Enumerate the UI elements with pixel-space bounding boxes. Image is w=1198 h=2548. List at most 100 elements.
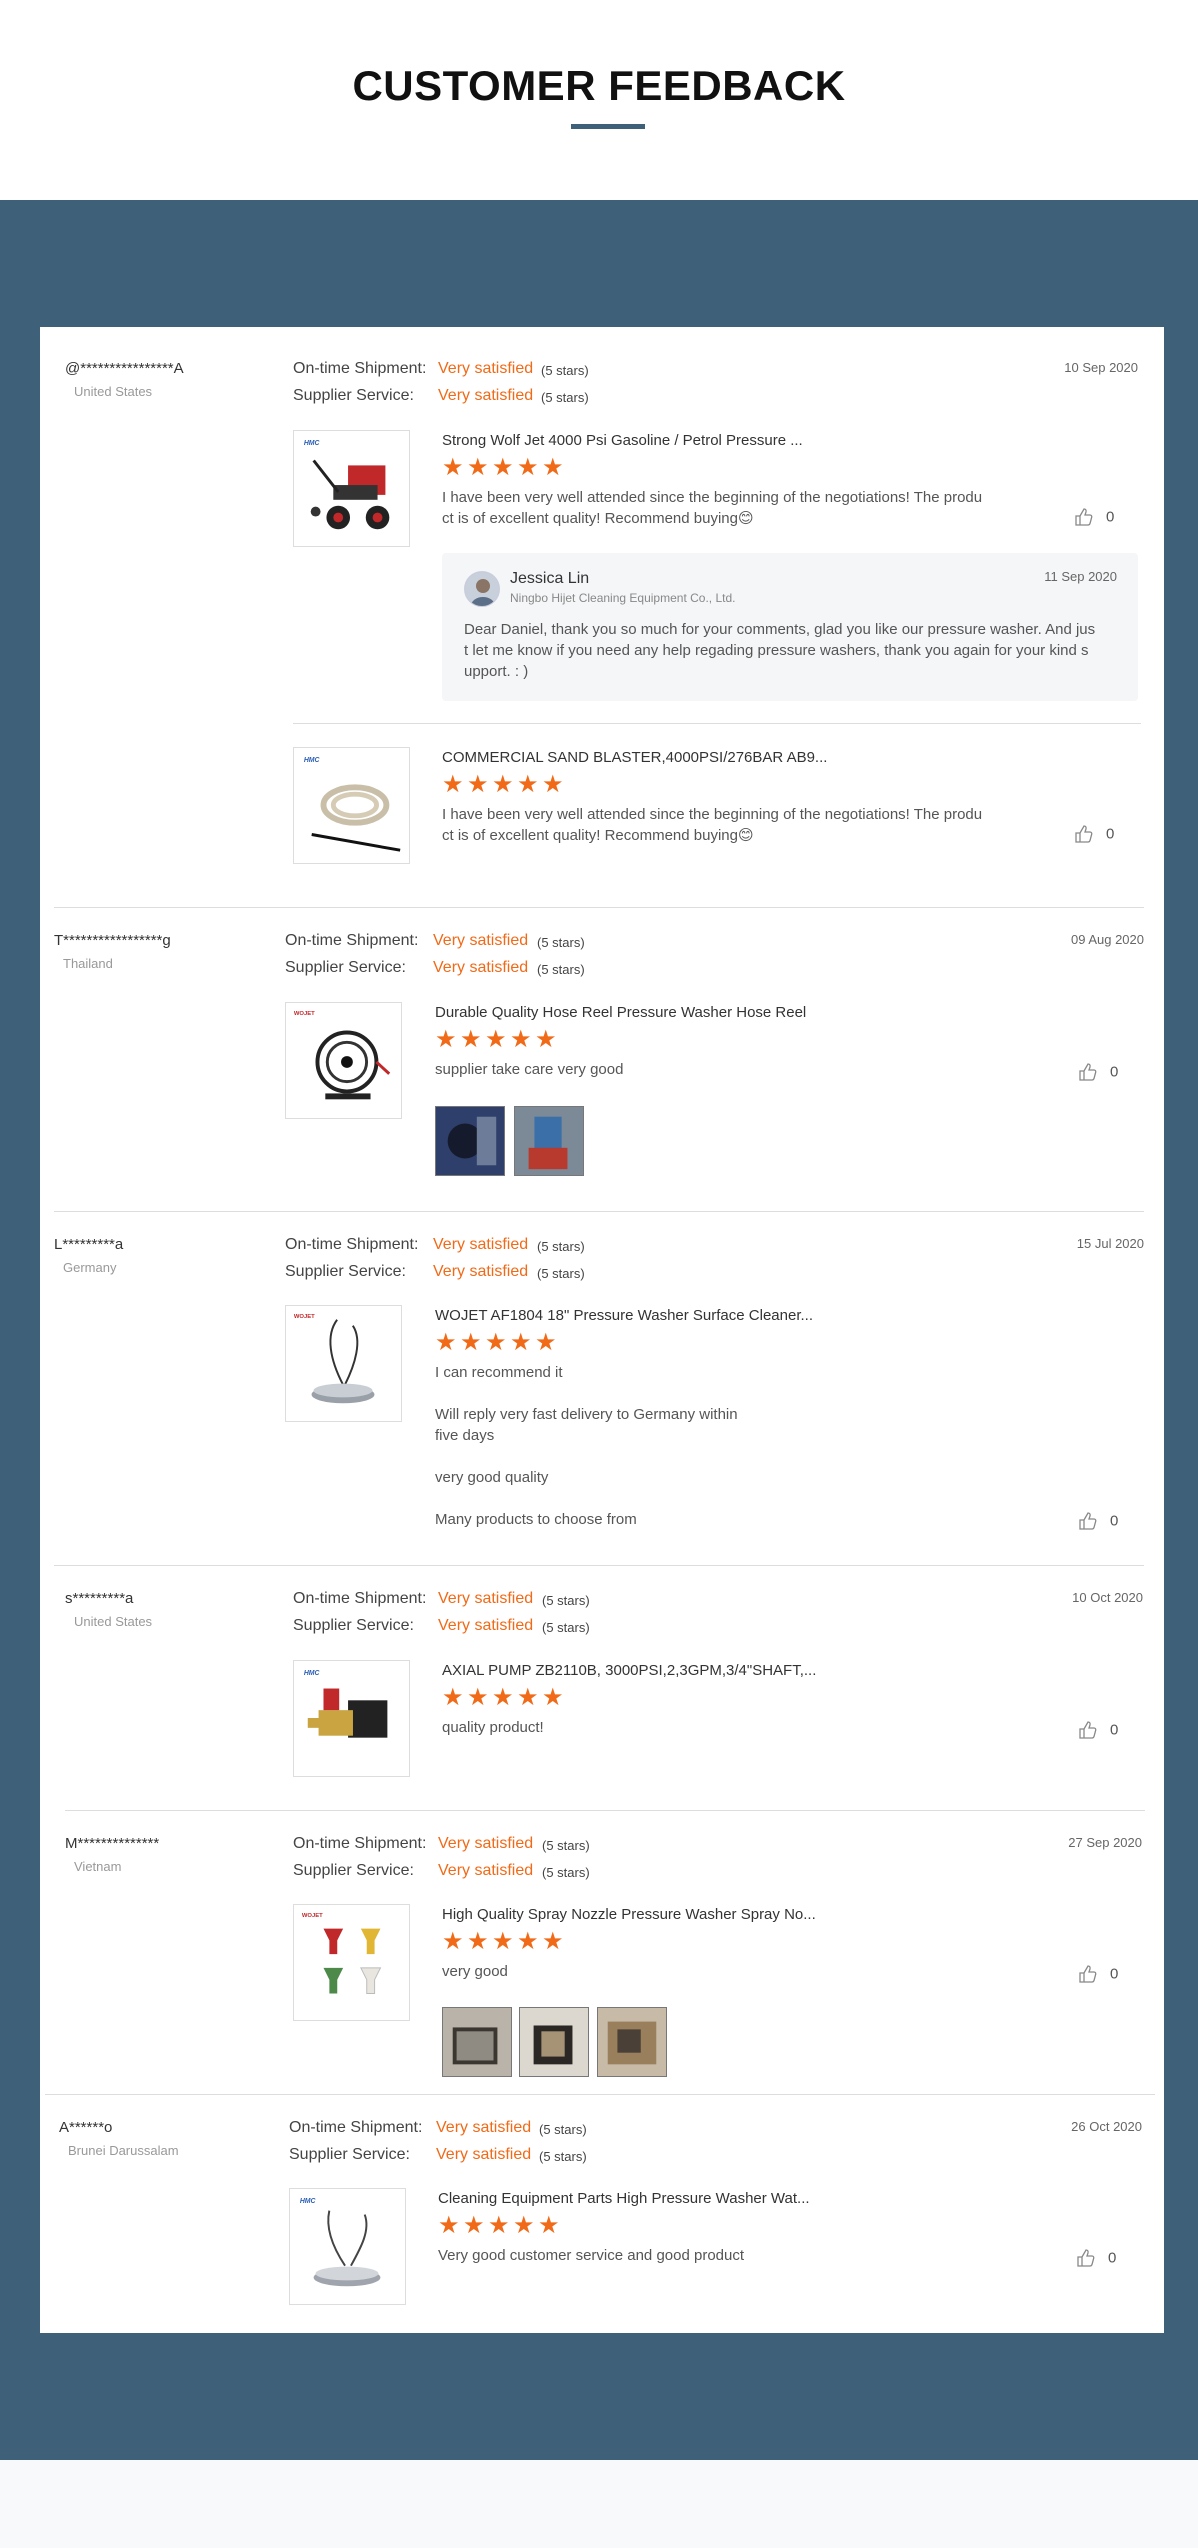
svg-text:HMC: HMC <box>304 757 321 764</box>
ontime-stars-note: (5 stars) <box>541 363 589 378</box>
like-button[interactable]: 0 <box>1078 1964 1118 1984</box>
svg-text:WOJET: WOJET <box>294 1011 315 1017</box>
customer-photo-2[interactable] <box>519 2007 589 2077</box>
star-rating: ★ ★ ★ ★ ★ <box>435 1026 560 1053</box>
customer-photo-image <box>443 2008 511 2076</box>
ontime-label: On-time Shipment: <box>293 1590 427 1607</box>
supplier-stars-note: (5 stars) <box>542 1620 590 1635</box>
review-date: 27 Sep 2020 <box>1068 1835 1142 1850</box>
star-icon: ★ <box>463 2212 485 2239</box>
like-button[interactable]: 0 <box>1074 824 1114 844</box>
ontime-stars-note: (5 stars) <box>542 1838 590 1853</box>
like-button[interactable]: 0 <box>1076 2248 1116 2268</box>
supplier-value: Very satisfied <box>436 2146 532 2163</box>
review-date: 15 Jul 2020 <box>1076 1236 1144 1251</box>
ontime-stars-note: (5 stars) <box>537 1239 585 1254</box>
customer-photo-1[interactable] <box>442 2007 512 2077</box>
review-divider <box>54 907 1144 908</box>
review-comment: very good <box>442 1963 508 1980</box>
product-title[interactable]: Durable Quality Hose Reel Pressure Washe… <box>435 1004 806 1021</box>
thumbs-up-icon <box>1077 2249 1095 2267</box>
reply-line: upport. : ) <box>464 663 529 680</box>
ontime-value: Very satisfied <box>438 1835 534 1852</box>
star-icon: ★ <box>492 1928 514 1955</box>
review-comment: Very good customer service and good prod… <box>438 2247 745 2264</box>
star-icon: ★ <box>442 454 464 481</box>
star-icon: ★ <box>510 1329 532 1356</box>
supplier-label: Supplier Service: <box>293 1617 414 1634</box>
star-icon: ★ <box>492 771 514 798</box>
ontime-value: Very satisfied <box>436 2119 532 2136</box>
ontime-value: Very satisfied <box>438 360 534 377</box>
reviewer-name: s*********a <box>65 1590 134 1607</box>
customer-photo-1[interactable] <box>435 1106 505 1176</box>
review-divider <box>54 1565 1144 1566</box>
customer-photo-2[interactable] <box>514 1106 584 1176</box>
star-icon: ★ <box>467 1928 489 1955</box>
product-thumbnail[interactable]: WOJET <box>293 1904 410 2021</box>
product-title[interactable]: High Quality Spray Nozzle Pressure Washe… <box>442 1906 816 1923</box>
product-title[interactable]: Strong Wolf Jet 4000 Psi Gasoline / Petr… <box>442 432 803 449</box>
star-icon: ★ <box>542 454 564 481</box>
product-title[interactable]: COMMERCIAL SAND BLASTER,4000PSI/276BAR A… <box>442 749 827 766</box>
supplier-stars-note: (5 stars) <box>537 1266 585 1281</box>
comment-line: five days <box>435 1427 495 1444</box>
like-count: 0 <box>1106 508 1115 526</box>
like-button[interactable]: 0 <box>1074 507 1114 527</box>
star-rating: ★ ★ ★ ★ ★ <box>442 771 567 798</box>
product-title[interactable]: AXIAL PUMP ZB2110B, 3000PSI,2,3GPM,3/4"S… <box>442 1662 816 1679</box>
supplier-label: Supplier Service: <box>289 2146 410 2163</box>
reviewer-name: @****************A <box>65 360 184 377</box>
product-thumbnail[interactable]: HMC <box>289 2188 406 2305</box>
star-icon: ★ <box>538 2212 560 2239</box>
footer-area <box>0 2460 1198 2548</box>
svg-text:HMC: HMC <box>304 1670 321 1677</box>
star-icon: ★ <box>467 1684 489 1711</box>
user-avatar-image <box>465 572 499 606</box>
supplier-label: Supplier Service: <box>293 1862 414 1879</box>
product-thumbnail[interactable]: HMC <box>293 747 410 864</box>
comment-line: I have been very well attended since the… <box>442 806 983 823</box>
reviewer-name: L*********a <box>54 1236 124 1253</box>
review-comment: quality product! <box>442 1719 544 1736</box>
star-icon: ★ <box>535 1026 557 1053</box>
star-icon: ★ <box>442 771 464 798</box>
reviewer-name: A******o <box>59 2119 113 2136</box>
supplier-stars-note: (5 stars) <box>539 2149 587 2164</box>
reply-line: Dear Daniel, thank you so much for your … <box>464 621 1096 638</box>
product-thumbnail[interactable]: HMC <box>293 1660 410 1777</box>
reply-text: Dear Daniel, thank you so much for your … <box>464 619 1124 682</box>
thumbs-up-icon <box>1079 1063 1097 1081</box>
product-title[interactable]: Cleaning Equipment Parts High Pressure W… <box>438 2190 810 2207</box>
customer-photo-3[interactable] <box>597 2007 667 2077</box>
pressure-washer-image: HMC <box>304 440 390 530</box>
surface-cleaner-image: WOJET <box>294 1314 375 1404</box>
star-icon: ★ <box>492 1684 514 1711</box>
surface-cleaner-image: HMC <box>300 2198 381 2287</box>
ontime-label: On-time Shipment: <box>285 932 419 949</box>
ontime-label: On-time Shipment: <box>289 2119 423 2136</box>
reviewer-country: Germany <box>63 1260 117 1275</box>
like-button[interactable]: 0 <box>1078 1720 1118 1740</box>
thumbs-up-icon <box>1075 508 1093 526</box>
title-underline <box>571 124 645 129</box>
product-thumbnail[interactable]: WOJET <box>285 1002 402 1119</box>
review-comment: supplier take care very good <box>435 1061 624 1078</box>
review-divider <box>54 1211 1144 1212</box>
thumbs-up-icon <box>1075 825 1093 843</box>
ontime-stars-note: (5 stars) <box>542 1593 590 1608</box>
star-icon: ★ <box>510 1026 532 1053</box>
comment-line: I can recommend it <box>435 1364 563 1381</box>
customer-photo-image <box>520 2008 588 2076</box>
reviewer-country: Brunei Darussalam <box>68 2143 179 2158</box>
reviewer-country: Thailand <box>63 956 113 971</box>
svg-text:HMC: HMC <box>304 440 321 447</box>
supplier-label: Supplier Service: <box>293 387 414 404</box>
product-thumbnail[interactable]: WOJET <box>285 1305 402 1422</box>
product-title[interactable]: WOJET AF1804 18" Pressure Washer Surface… <box>435 1307 813 1324</box>
like-button[interactable]: 0 <box>1078 1511 1118 1531</box>
reviewer-country: United States <box>74 1614 153 1629</box>
like-button[interactable]: 0 <box>1078 1062 1118 1082</box>
star-icon: ★ <box>517 1928 539 1955</box>
product-thumbnail[interactable]: HMC <box>293 430 410 547</box>
